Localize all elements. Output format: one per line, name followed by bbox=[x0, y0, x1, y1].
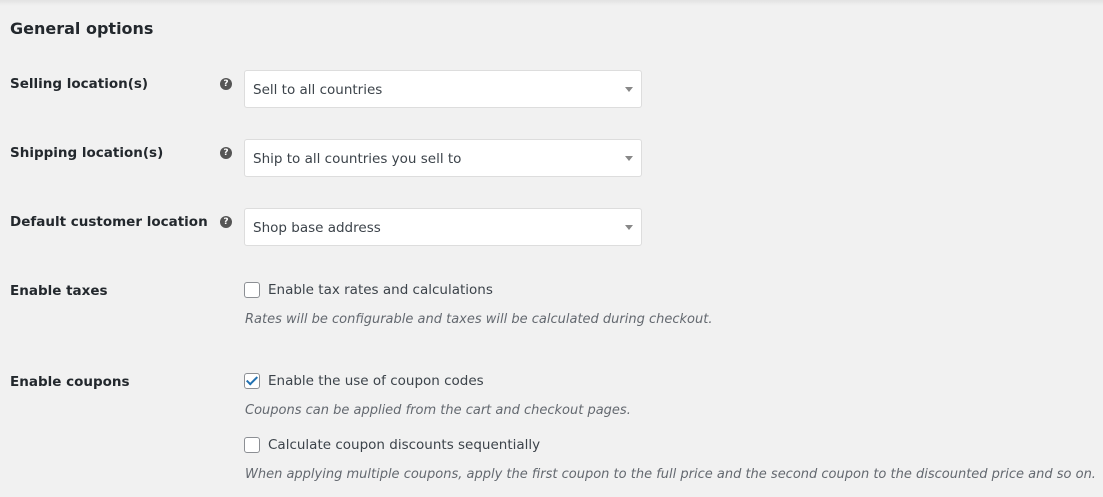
chevron-down-icon bbox=[625, 87, 633, 92]
help-icon[interactable]: ? bbox=[220, 78, 232, 90]
enable-coupons-checkbox-label[interactable]: Enable the use of coupon codes bbox=[268, 372, 484, 390]
shipping-location-label: Shipping location(s) bbox=[10, 145, 164, 161]
customer-location-label: Default customer location bbox=[10, 214, 208, 230]
sequential-coupons-checkbox[interactable] bbox=[244, 437, 260, 453]
enable-taxes-checkbox[interactable] bbox=[244, 282, 260, 298]
chevron-down-icon bbox=[625, 156, 633, 161]
enable-taxes-description: Rates will be configurable and taxes wil… bbox=[245, 312, 713, 327]
enable-taxes-checkbox-label[interactable]: Enable tax rates and calculations bbox=[268, 281, 493, 299]
sequential-coupons-description: When applying multiple coupons, apply th… bbox=[245, 467, 1096, 482]
enable-coupons-description: Coupons can be applied from the cart and… bbox=[245, 403, 631, 418]
section-title: General options bbox=[10, 19, 154, 38]
top-shadow bbox=[0, 0, 1103, 6]
shipping-location-select[interactable]: Ship to all countries you sell to bbox=[244, 139, 642, 177]
enable-coupons-label: Enable coupons bbox=[10, 374, 130, 390]
selling-location-value: Sell to all countries bbox=[253, 82, 383, 98]
enable-taxes-label: Enable taxes bbox=[10, 283, 108, 299]
sequential-coupons-checkbox-label[interactable]: Calculate coupon discounts sequentially bbox=[268, 436, 540, 454]
chevron-down-icon bbox=[625, 225, 633, 230]
help-icon[interactable]: ? bbox=[220, 216, 232, 228]
selling-location-label: Selling location(s) bbox=[10, 76, 149, 92]
customer-location-value: Shop base address bbox=[253, 220, 381, 236]
enable-coupons-checkbox[interactable] bbox=[244, 373, 260, 389]
shipping-location-value: Ship to all countries you sell to bbox=[253, 151, 462, 167]
selling-location-select[interactable]: Sell to all countries bbox=[244, 70, 642, 108]
help-icon[interactable]: ? bbox=[220, 147, 232, 159]
customer-location-select[interactable]: Shop base address bbox=[244, 208, 642, 246]
